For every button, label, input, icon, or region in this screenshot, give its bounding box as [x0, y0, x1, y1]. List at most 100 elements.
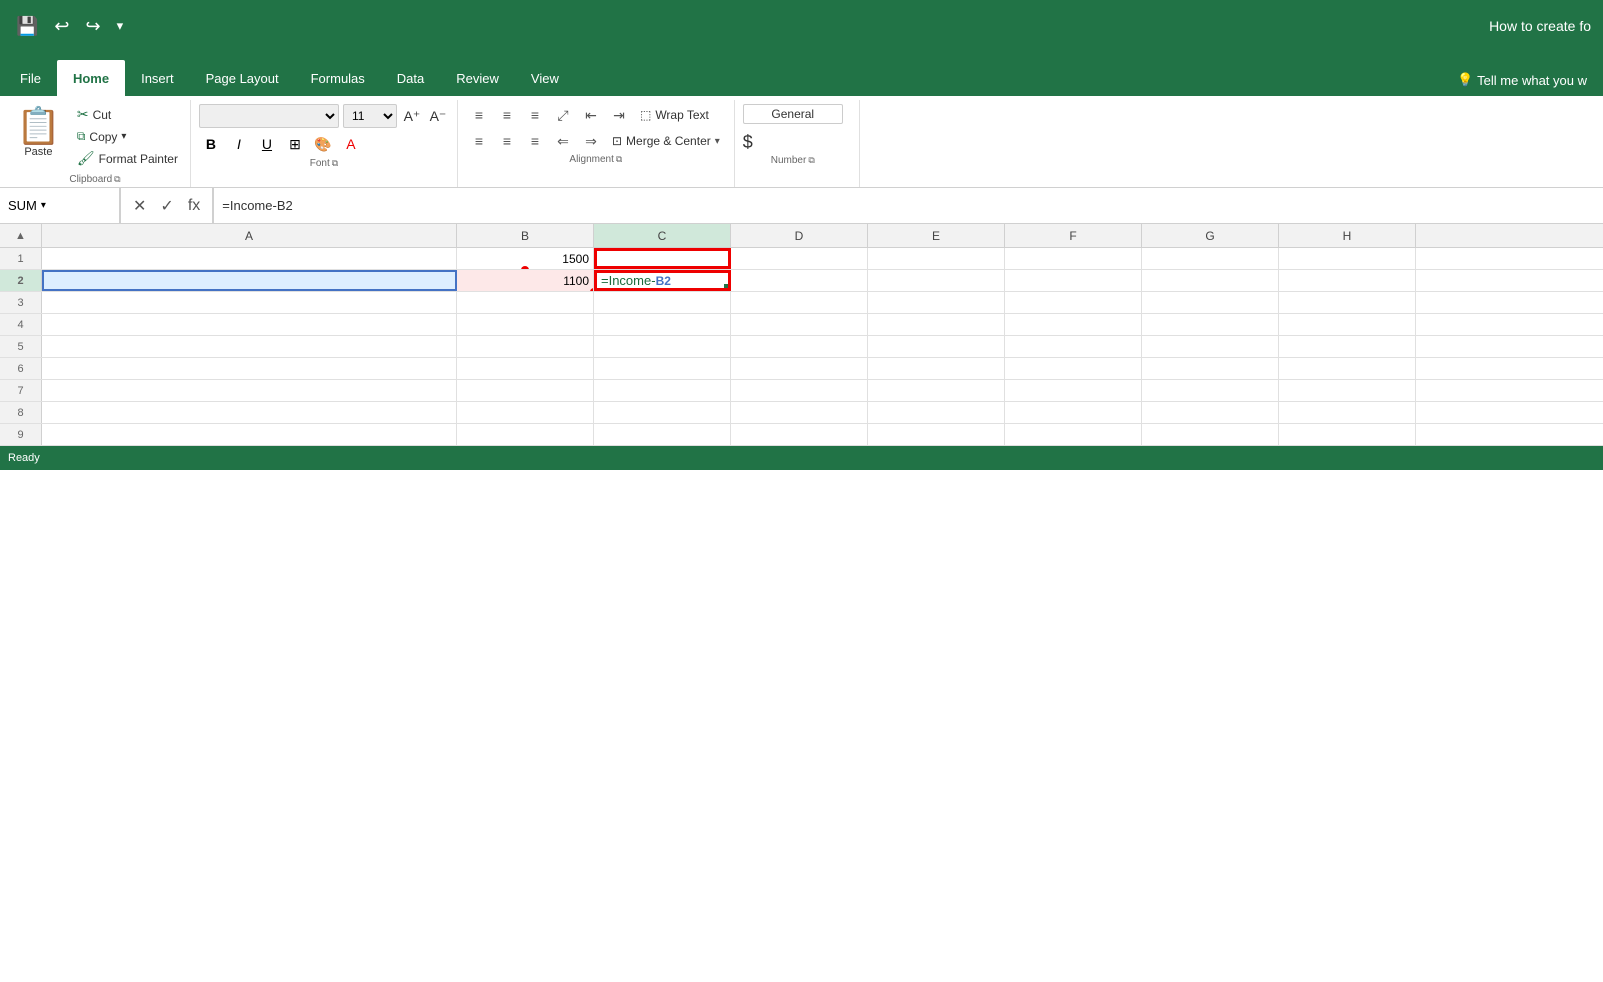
- cell-f4[interactable]: [1005, 314, 1142, 335]
- col-header-h[interactable]: H: [1279, 224, 1416, 247]
- indent-increase-button[interactable]: ⇥: [606, 104, 632, 126]
- cell-c6[interactable]: [594, 358, 731, 379]
- align-bottom-button[interactable]: ≡: [522, 104, 548, 126]
- ltr-button[interactable]: ⇒: [578, 130, 604, 152]
- cell-a1[interactable]: [42, 248, 457, 269]
- insert-function-button[interactable]: fx: [184, 195, 204, 217]
- cell-c2[interactable]: =Income-B2: [594, 270, 731, 291]
- dollar-sign-button[interactable]: $: [743, 132, 753, 153]
- cell-b1[interactable]: 1500: [457, 248, 594, 269]
- cell-e3[interactable]: [868, 292, 1005, 313]
- tab-view[interactable]: View: [515, 60, 575, 96]
- cell-g6[interactable]: [1142, 358, 1279, 379]
- formula-confirm-button[interactable]: ✓: [156, 194, 177, 218]
- italic-button[interactable]: I: [227, 132, 251, 156]
- save-icon[interactable]: 💾: [12, 12, 42, 41]
- cell-g3[interactable]: [1142, 292, 1279, 313]
- cell-c5[interactable]: [594, 336, 731, 357]
- col-header-g[interactable]: G: [1142, 224, 1279, 247]
- cell-h7[interactable]: [1279, 380, 1416, 401]
- drag-handle[interactable]: [724, 284, 731, 291]
- indent-decrease-button[interactable]: ⇤: [578, 104, 604, 126]
- cell-d4[interactable]: [731, 314, 868, 335]
- fill-color-button[interactable]: 🎨: [311, 132, 335, 156]
- cell-d8[interactable]: [731, 402, 868, 423]
- alignment-expand-icon[interactable]: ⧉: [616, 154, 622, 165]
- formula-cancel-button[interactable]: ✕: [129, 194, 150, 218]
- merge-dropdown-icon[interactable]: ▾: [715, 136, 720, 147]
- number-format-display[interactable]: General: [743, 104, 843, 124]
- cell-h2[interactable]: [1279, 270, 1416, 291]
- col-header-a[interactable]: A: [42, 224, 457, 247]
- cell-e6[interactable]: [868, 358, 1005, 379]
- cell-b7[interactable]: [457, 380, 594, 401]
- font-shrink-button[interactable]: A⁻: [427, 105, 449, 127]
- format-painter-button[interactable]: 🖌 Format Painter: [73, 148, 182, 169]
- cell-b8[interactable]: [457, 402, 594, 423]
- cell-a9[interactable]: [42, 424, 457, 445]
- font-expand-icon[interactable]: ⧉: [332, 158, 338, 169]
- cell-g8[interactable]: [1142, 402, 1279, 423]
- cell-b6[interactable]: [457, 358, 594, 379]
- cell-h3[interactable]: [1279, 292, 1416, 313]
- font-color-button[interactable]: A: [339, 132, 363, 156]
- cell-b5[interactable]: [457, 336, 594, 357]
- cell-g4[interactable]: [1142, 314, 1279, 335]
- cell-e7[interactable]: [868, 380, 1005, 401]
- cell-c3[interactable]: [594, 292, 731, 313]
- cell-d3[interactable]: [731, 292, 868, 313]
- cell-f5[interactable]: [1005, 336, 1142, 357]
- tab-insert[interactable]: Insert: [125, 60, 190, 96]
- cell-f9[interactable]: [1005, 424, 1142, 445]
- cell-f3[interactable]: [1005, 292, 1142, 313]
- cell-h5[interactable]: [1279, 336, 1416, 357]
- font-name-select[interactable]: [199, 104, 339, 128]
- undo-icon[interactable]: ↩: [50, 12, 73, 41]
- cell-a6[interactable]: [42, 358, 457, 379]
- cell-a8[interactable]: [42, 402, 457, 423]
- col-header-f[interactable]: F: [1005, 224, 1142, 247]
- name-box[interactable]: SUM ▾: [0, 188, 120, 223]
- cell-g9[interactable]: [1142, 424, 1279, 445]
- cell-a7[interactable]: [42, 380, 457, 401]
- col-header-d[interactable]: D: [731, 224, 868, 247]
- wrap-text-button[interactable]: ⬚ Wrap Text: [634, 106, 715, 124]
- underline-button[interactable]: U: [255, 132, 279, 156]
- cell-e2[interactable]: [868, 270, 1005, 291]
- cell-a2[interactable]: 1100: [42, 270, 457, 291]
- cell-c8[interactable]: [594, 402, 731, 423]
- tab-formulas[interactable]: Formulas: [295, 60, 381, 96]
- cell-b3[interactable]: [457, 292, 594, 313]
- cell-g1[interactable]: [1142, 248, 1279, 269]
- merge-center-button[interactable]: ⊡ Merge & Center ▾: [606, 132, 726, 150]
- cell-b2[interactable]: 1100: [457, 270, 594, 291]
- number-expand-icon[interactable]: ⧉: [808, 155, 814, 166]
- align-right-button[interactable]: ≡: [522, 130, 548, 152]
- cell-c9[interactable]: [594, 424, 731, 445]
- tab-file[interactable]: File: [4, 60, 57, 96]
- tell-me[interactable]: 💡 Tell me what you w: [1445, 64, 1599, 96]
- cell-f7[interactable]: [1005, 380, 1142, 401]
- cell-g5[interactable]: [1142, 336, 1279, 357]
- name-box-dropdown-icon[interactable]: ▾: [41, 200, 46, 211]
- cell-e9[interactable]: [868, 424, 1005, 445]
- bold-button[interactable]: B: [199, 132, 223, 156]
- cell-d1[interactable]: [731, 248, 868, 269]
- tab-data[interactable]: Data: [381, 60, 440, 96]
- cell-h9[interactable]: [1279, 424, 1416, 445]
- cell-d6[interactable]: [731, 358, 868, 379]
- paste-button[interactable]: 📋 Paste: [8, 104, 69, 162]
- borders-button[interactable]: ⊞: [283, 132, 307, 156]
- cell-e8[interactable]: [868, 402, 1005, 423]
- align-top-button[interactable]: ≡: [466, 104, 492, 126]
- align-left-button[interactable]: ≡: [466, 130, 492, 152]
- cell-h4[interactable]: [1279, 314, 1416, 335]
- cell-h1[interactable]: [1279, 248, 1416, 269]
- cell-c1[interactable]: [594, 248, 731, 269]
- cell-a4[interactable]: [42, 314, 457, 335]
- cell-b4[interactable]: [457, 314, 594, 335]
- clipboard-expand-icon[interactable]: ⧉: [114, 174, 120, 185]
- col-header-c[interactable]: C: [594, 224, 731, 247]
- cell-e5[interactable]: [868, 336, 1005, 357]
- tab-review[interactable]: Review: [440, 60, 515, 96]
